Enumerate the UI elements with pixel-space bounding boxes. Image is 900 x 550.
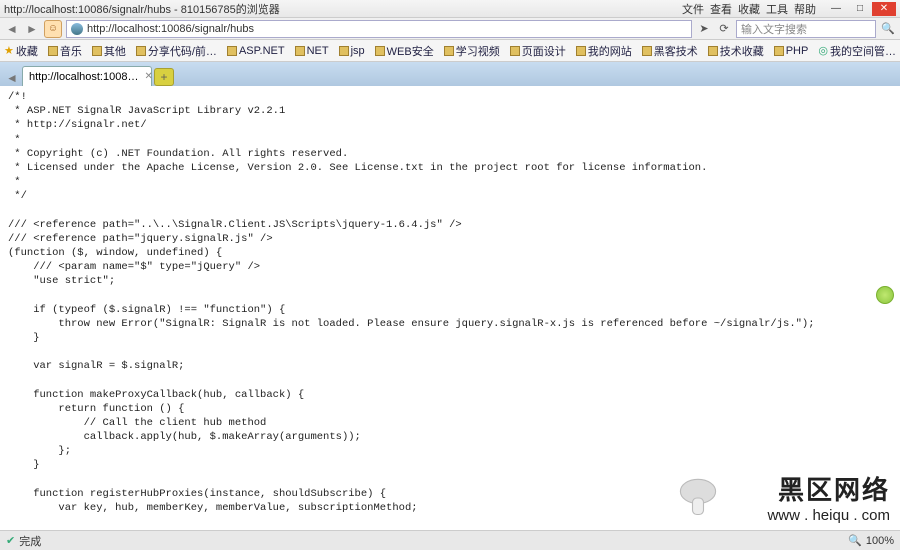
check-icon: ✔ [6,534,15,547]
address-bar: ◄ ► ☺ http://localhost:10086/signalr/hub… [0,18,900,40]
menu-fav[interactable]: 收藏 [738,1,760,17]
status-text: 完成 [19,533,41,549]
page-content[interactable]: /*! * ASP.NET SignalR JavaScript Library… [0,86,900,530]
bookmark-item[interactable]: 分享代码/前… [136,43,217,59]
folder-icon [339,46,349,56]
bookmark-item[interactable]: NET [295,45,329,57]
forward-button[interactable]: ► [24,21,40,37]
zoom-control[interactable]: 🔍 100% [848,534,894,547]
bookmark-item[interactable]: 页面设计 [510,43,566,59]
new-tab-button[interactable]: + [154,68,174,86]
folder-icon [136,46,146,56]
bookmark-item[interactable]: 其他 [92,43,126,59]
menu-file[interactable]: 文件 [682,1,704,17]
user-avatar-icon[interactable]: ☺ [44,20,62,38]
folder-icon [375,46,385,56]
favorites-button[interactable]: ★收藏 [4,43,38,59]
bookmark-item[interactable]: jsp [339,45,365,57]
folder-icon [774,46,784,56]
search-button[interactable]: 🔍 [880,21,896,37]
bookmark-item[interactable]: ASP.NET [227,45,285,57]
bookmark-item[interactable]: 黑客技术 [642,43,698,59]
url-input[interactable]: http://localhost:10086/signalr/hubs [66,20,692,38]
close-button[interactable]: ✕ [872,2,896,16]
window-title: http://localhost:10086/signalr/hubs - 81… [4,1,682,17]
menu-help[interactable]: 帮助 [794,1,816,17]
zoom-value: 100% [866,535,894,547]
folder-icon [227,46,237,56]
search-placeholder: 输入文字搜索 [741,21,807,37]
bookmark-item[interactable]: 音乐 [48,43,82,59]
folder-icon [92,46,102,56]
zoom-icon: 🔍 [848,534,862,547]
url-text: http://localhost:10086/signalr/hubs [87,23,254,35]
bookmark-item[interactable]: WEB安全 [375,43,434,59]
folder-icon [708,46,718,56]
browser-tab[interactable]: http://localhost:1008… ✕ [22,66,152,86]
tab-label: http://localhost:1008… [29,71,138,83]
minimize-button[interactable]: — [824,2,848,16]
side-badge-icon[interactable] [876,286,894,304]
folder-icon [510,46,520,56]
tab-bar: ◄ http://localhost:1008… ✕ + [0,62,900,86]
folder-icon [642,46,652,56]
back-button[interactable]: ◄ [4,21,20,37]
folder-icon [444,46,454,56]
tab-close-icon[interactable]: ✕ [144,71,152,82]
refresh-button[interactable]: ⟳ [716,21,732,37]
tab-prev-button[interactable]: ◄ [4,70,20,86]
menu-bar: 文件 查看 收藏 工具 帮助 [682,1,816,17]
status-bar: ✔ 完成 🔍 100% [0,530,900,550]
source-code: /*! * ASP.NET SignalR JavaScript Library… [8,90,892,530]
window-buttons: — □ ✕ [824,2,896,16]
folder-icon [295,46,305,56]
search-input[interactable]: 输入文字搜索 [736,20,876,38]
bookmark-item[interactable]: 技术收藏 [708,43,764,59]
bookmarks-bar: ★收藏 音乐 其他 分享代码/前… ASP.NET NET jsp WEB安全 … [0,40,900,62]
bookmark-item[interactable]: 学习视频 [444,43,500,59]
go-button[interactable]: ➤ [696,21,712,37]
globe-icon [71,23,83,35]
bookmark-item[interactable]: ◎我的空间管… [818,43,896,59]
folder-icon [576,46,586,56]
bookmark-item[interactable]: 我的网站 [576,43,632,59]
bookmark-item[interactable]: PHP [774,45,809,57]
maximize-button[interactable]: □ [848,2,872,16]
menu-tools[interactable]: 工具 [766,1,788,17]
window-titlebar: http://localhost:10086/signalr/hubs - 81… [0,0,900,18]
menu-view[interactable]: 查看 [710,1,732,17]
folder-icon [48,46,58,56]
